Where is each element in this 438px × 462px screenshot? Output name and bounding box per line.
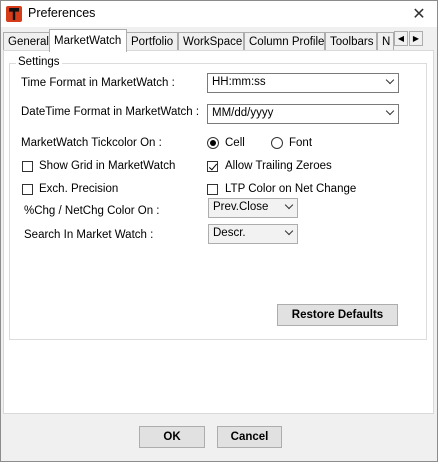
- time-format-select[interactable]: HH:mm:ss: [207, 73, 399, 93]
- show-grid-checkbox[interactable]: [22, 161, 33, 172]
- exch-precision-label: Exch. Precision: [39, 183, 119, 195]
- time-format-value: HH:mm:ss: [212, 76, 266, 88]
- tab-strip: General MarketWatch Portfolio WorkSpace …: [1, 29, 437, 52]
- tickcolor-label: MarketWatch Tickcolor On :: [21, 137, 162, 149]
- tickcolor-font-radio[interactable]: [271, 137, 283, 149]
- search-value: Descr.: [213, 227, 246, 239]
- restore-defaults-button[interactable]: Restore Defaults: [277, 304, 398, 326]
- datetime-format-value: MM/dd/yyyy: [212, 107, 274, 119]
- chevron-down-icon: [385, 75, 395, 85]
- exch-precision-checkbox[interactable]: [22, 184, 33, 195]
- tab-workspace[interactable]: WorkSpace: [178, 32, 244, 50]
- title-bar: Preferences ✕: [1, 1, 437, 27]
- tab-scroll-left-icon[interactable]: ◀: [394, 31, 408, 46]
- chevron-down-icon: [284, 226, 294, 236]
- ltp-color-checkbox[interactable]: [207, 184, 218, 195]
- marketwatch-panel: Settings Time Format in MarketWatch : HH…: [3, 50, 434, 414]
- tab-general[interactable]: General: [3, 32, 50, 50]
- datetime-format-label: DateTime Format in MarketWatch :: [21, 106, 200, 118]
- chevron-down-icon: [284, 200, 294, 210]
- chevron-down-icon: [385, 106, 395, 116]
- search-select[interactable]: Descr.: [208, 224, 298, 244]
- tickcolor-font-label: Font: [289, 137, 313, 149]
- ok-button[interactable]: OK: [139, 426, 205, 448]
- tab-portfolio[interactable]: Portfolio: [126, 32, 178, 50]
- close-button[interactable]: ✕: [401, 1, 437, 27]
- preferences-dialog: Preferences ✕ General MarketWatch Portfo…: [0, 0, 438, 462]
- datetime-format-select[interactable]: MM/dd/yyyy: [207, 104, 399, 124]
- tab-scroll-right-icon[interactable]: ▶: [409, 31, 423, 46]
- show-grid-label: Show Grid in MarketWatch: [39, 160, 176, 172]
- tab-column-profile[interactable]: Column Profile: [244, 32, 325, 50]
- app-logo-icon: [6, 6, 22, 22]
- cancel-button[interactable]: Cancel: [217, 426, 282, 448]
- tickcolor-cell-radio[interactable]: [207, 137, 219, 149]
- tab-marketwatch[interactable]: MarketWatch: [49, 29, 127, 52]
- window-title: Preferences: [28, 6, 96, 20]
- allow-trailing-zeroes-checkbox[interactable]: [207, 161, 218, 172]
- settings-group-label: Settings: [16, 56, 62, 68]
- tickcolor-cell-label: Cell: [225, 137, 245, 149]
- time-format-label: Time Format in MarketWatch :: [21, 77, 175, 89]
- chg-color-select[interactable]: Prev.Close: [208, 198, 298, 218]
- allow-trailing-zeroes-label: Allow Trailing Zeroes: [225, 160, 332, 172]
- ltp-color-label: LTP Color on Net Change: [225, 183, 357, 195]
- tab-n[interactable]: N: [377, 32, 394, 50]
- tab-toolbars[interactable]: Toolbars: [325, 32, 377, 50]
- search-label: Search In Market Watch :: [24, 229, 154, 241]
- chg-color-label: %Chg / NetChg Color On :: [24, 205, 160, 217]
- chg-color-value: Prev.Close: [213, 201, 269, 213]
